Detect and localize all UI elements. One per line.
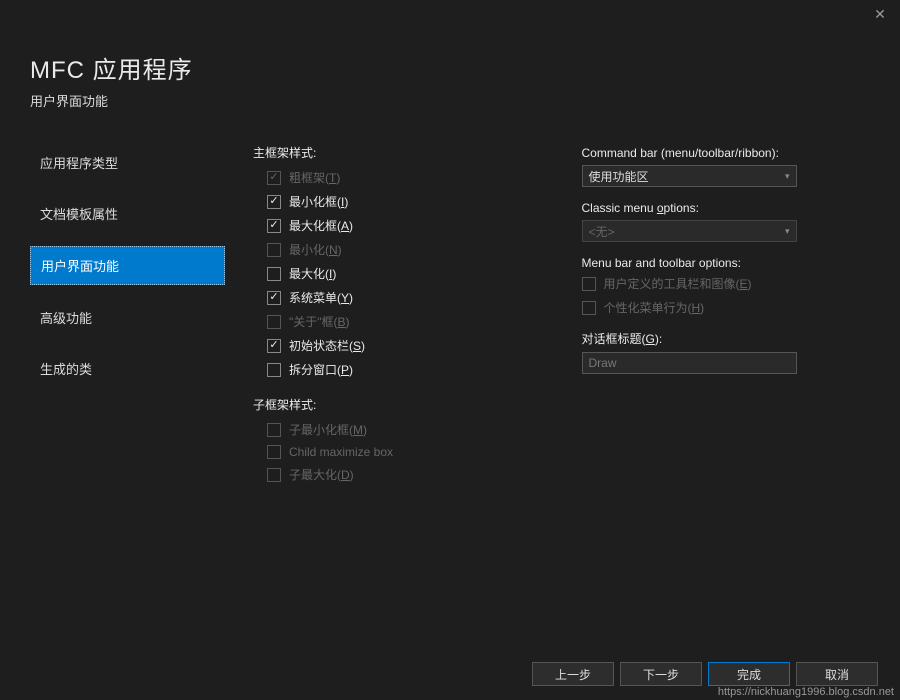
mainframe-checkbox-5[interactable] bbox=[267, 291, 281, 305]
mainframe-checkbox-0 bbox=[267, 171, 281, 185]
mainframe-row-3: 最小化(N) bbox=[253, 241, 542, 258]
command-bar-select[interactable]: 使用功能区 ▾ bbox=[582, 165, 797, 187]
main-frame-styles: 主框架样式: 粗框架(T) 最小化框(I) 最大化框(A) 最小化(N) 最大化(I) 系… bbox=[253, 144, 542, 490]
watermark: https://nickhuang1996.blog.csdn.net bbox=[718, 686, 894, 698]
mainframe-label-0: 粗框架(T) bbox=[289, 169, 340, 186]
childframe-label-0: 子最小化框(M) bbox=[289, 421, 367, 438]
mainframe-label-4: 最大化(I) bbox=[289, 265, 336, 282]
header: MFC 应用程序 用户界面功能 bbox=[0, 0, 900, 120]
mainframe-row-7: 初始状态栏(S) bbox=[253, 337, 542, 354]
childframe-row-2: 子最大化(D) bbox=[253, 466, 542, 483]
finish-button[interactable]: 完成 bbox=[708, 662, 790, 686]
prev-button[interactable]: 上一步 bbox=[532, 662, 614, 686]
toolbar-label-0: 用户定义的工具栏和图像(E) bbox=[604, 275, 752, 292]
toolbar-label-1: 个性化菜单行为(H) bbox=[604, 299, 705, 316]
close-icon[interactable]: ✕ bbox=[870, 6, 890, 26]
childframe-label-1: Child maximize box bbox=[289, 445, 393, 459]
mainframe-row-8: 拆分窗口(P) bbox=[253, 361, 542, 378]
mainframe-label-3: 最小化(N) bbox=[289, 241, 342, 258]
cancel-button[interactable]: 取消 bbox=[796, 662, 878, 686]
mainframe-label-5: 系统菜单(Y) bbox=[289, 289, 353, 306]
child-frame-styles-label: 子框架样式: bbox=[253, 396, 542, 413]
main-frame-styles-label: 主框架样式: bbox=[253, 144, 542, 161]
chevron-down-icon: ▾ bbox=[785, 171, 790, 182]
sidebar-item-advanced[interactable]: 高级功能 bbox=[30, 299, 225, 336]
mainframe-checkbox-4[interactable] bbox=[267, 267, 281, 281]
footer: 上一步 下一步 完成 取消 bbox=[532, 662, 878, 686]
mainframe-row-0: 粗框架(T) bbox=[253, 169, 542, 186]
chevron-down-icon: ▾ bbox=[785, 226, 790, 237]
mainframe-checkbox-3 bbox=[267, 243, 281, 257]
dialog-title-input: Draw bbox=[582, 352, 797, 374]
sidebar: 应用程序类型 文档模板属性 用户界面功能 高级功能 生成的类 bbox=[30, 144, 225, 490]
mainframe-label-8: 拆分窗口(P) bbox=[289, 361, 353, 378]
mainframe-label-2: 最大化框(A) bbox=[289, 217, 353, 234]
toolbar-checkbox-1 bbox=[582, 301, 596, 315]
toolbar-row-1: 个性化菜单行为(H) bbox=[582, 299, 871, 316]
mainframe-row-6: "关于"框(B) bbox=[253, 313, 542, 330]
mainframe-checkbox-7[interactable] bbox=[267, 339, 281, 353]
command-bar-label: Command bar (menu/toolbar/ribbon): bbox=[582, 146, 871, 160]
next-button[interactable]: 下一步 bbox=[620, 662, 702, 686]
mainframe-checkbox-6 bbox=[267, 315, 281, 329]
sidebar-item-doc-template[interactable]: 文档模板属性 bbox=[30, 195, 225, 232]
classic-menu-select: <无> ▾ bbox=[582, 220, 797, 242]
mainframe-label-7: 初始状态栏(S) bbox=[289, 337, 365, 354]
sidebar-item-generated-classes[interactable]: 生成的类 bbox=[30, 350, 225, 387]
mainframe-label-6: "关于"框(B) bbox=[289, 313, 350, 330]
mainframe-checkbox-8[interactable] bbox=[267, 363, 281, 377]
classic-menu-label: Classic menu options: bbox=[582, 201, 871, 215]
childframe-label-2: 子最大化(D) bbox=[289, 466, 354, 483]
mainframe-row-4: 最大化(I) bbox=[253, 265, 542, 282]
page-subtitle: 用户界面功能 bbox=[30, 91, 870, 110]
toolbar-checkbox-0 bbox=[582, 277, 596, 291]
mainframe-row-5: 系统菜单(Y) bbox=[253, 289, 542, 306]
right-column: Command bar (menu/toolbar/ribbon): 使用功能区… bbox=[582, 144, 871, 490]
childframe-checkbox-2 bbox=[267, 468, 281, 482]
childframe-row-0: 子最小化框(M) bbox=[253, 421, 542, 438]
sidebar-item-ui-features[interactable]: 用户界面功能 bbox=[30, 246, 225, 285]
mainframe-checkbox-2[interactable] bbox=[267, 219, 281, 233]
childframe-checkbox-0 bbox=[267, 423, 281, 437]
mainframe-checkbox-1[interactable] bbox=[267, 195, 281, 209]
mainframe-row-2: 最大化框(A) bbox=[253, 217, 542, 234]
mainframe-label-1: 最小化框(I) bbox=[289, 193, 348, 210]
dialog-title-label: 对话框标题(G): bbox=[582, 330, 871, 347]
toolbar-options-label: Menu bar and toolbar options: bbox=[582, 256, 871, 270]
page-title: MFC 应用程序 bbox=[30, 50, 870, 85]
childframe-row-1: Child maximize box bbox=[253, 445, 542, 459]
sidebar-item-app-type[interactable]: 应用程序类型 bbox=[30, 144, 225, 181]
toolbar-row-0: 用户定义的工具栏和图像(E) bbox=[582, 275, 871, 292]
mainframe-row-1: 最小化框(I) bbox=[253, 193, 542, 210]
childframe-checkbox-1 bbox=[267, 445, 281, 459]
